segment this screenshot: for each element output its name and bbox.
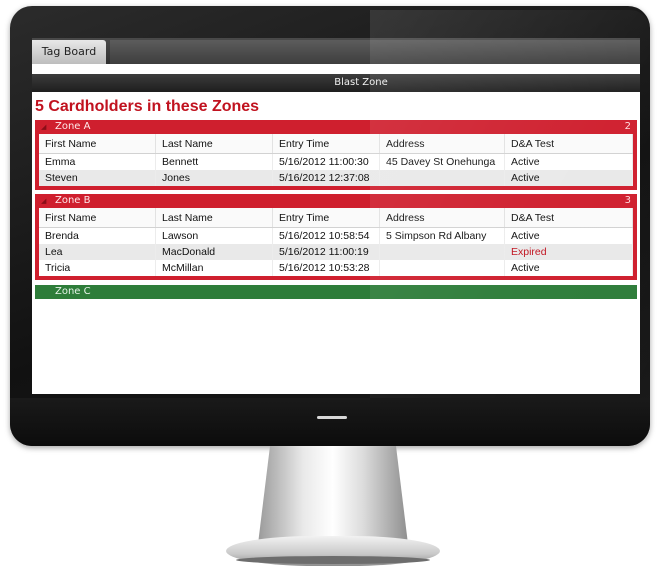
column-header-da-test[interactable]: D&A Test	[504, 208, 633, 228]
zone-a-table: First Name Last Name Entry Time Address …	[39, 134, 633, 186]
collapse-triangle-icon[interactable]: ◢	[41, 194, 46, 208]
cell-da-test: Active	[504, 170, 633, 186]
monitor-base-edge	[236, 556, 430, 564]
tab-tag-board[interactable]: Tag Board	[32, 40, 106, 64]
cell-entry-time: 5/16/2012 11:00:30	[272, 153, 380, 170]
zone-b-name: Zone B	[55, 195, 91, 206]
zone-b-header[interactable]: ◢ Zone B 3	[39, 194, 633, 208]
zone-b-panel: ◢ Zone B 3 First Name Last Name Entry Ti…	[35, 194, 637, 280]
column-header-address[interactable]: Address	[379, 208, 505, 228]
zone-a-count: 2	[624, 121, 631, 132]
cell-first-name: Lea	[39, 244, 156, 260]
zone-a-name: Zone A	[55, 121, 91, 132]
monitor-stand	[258, 446, 408, 544]
cell-last-name: Jones	[155, 170, 273, 186]
column-header-entry-time[interactable]: Entry Time	[272, 134, 380, 154]
header-bar: Blast Zone	[32, 74, 640, 92]
cell-address	[379, 244, 505, 260]
table-row[interactable]: Brenda Lawson 5/16/2012 10:58:54 5 Simps…	[39, 227, 633, 244]
power-indicator	[317, 416, 347, 419]
tab-bar-fill	[110, 40, 640, 64]
zone-c-header[interactable]: Zone C	[35, 285, 637, 299]
cell-entry-time: 5/16/2012 11:00:19	[272, 244, 380, 260]
column-header-da-test[interactable]: D&A Test	[504, 134, 633, 154]
cell-first-name: Emma	[39, 153, 156, 170]
column-header-first-name[interactable]: First Name	[39, 208, 156, 228]
cell-first-name: Brenda	[39, 227, 156, 244]
cell-last-name: Lawson	[155, 227, 273, 244]
table-row[interactable]: Lea MacDonald 5/16/2012 11:00:19 Expired	[39, 244, 633, 260]
zone-c-name: Zone C	[55, 286, 91, 297]
column-header-entry-time[interactable]: Entry Time	[272, 208, 380, 228]
zone-b-table: First Name Last Name Entry Time Address …	[39, 208, 633, 276]
screen: Tag Board Blast Zone 5 Cardholders in th…	[32, 38, 640, 394]
column-header-last-name[interactable]: Last Name	[155, 208, 273, 228]
tab-bar: Tag Board	[32, 38, 640, 64]
zone-b-count: 3	[624, 195, 631, 206]
cell-da-test-expired: Expired	[504, 244, 633, 260]
monitor-chin	[10, 398, 650, 446]
column-header-first-name[interactable]: First Name	[39, 134, 156, 154]
page-title: 5 Cardholders in these Zones	[35, 98, 260, 115]
column-header-last-name[interactable]: Last Name	[155, 134, 273, 154]
cell-address: 45 Davey St Onehunga	[379, 153, 505, 170]
table-row[interactable]: Emma Bennett 5/16/2012 11:00:30 45 Davey…	[39, 153, 633, 170]
cell-entry-time: 5/16/2012 12:37:08	[272, 170, 380, 186]
cell-last-name: MacDonald	[155, 244, 273, 260]
cell-first-name: Tricia	[39, 260, 156, 276]
cell-address	[379, 260, 505, 276]
cell-address	[379, 170, 505, 186]
table-row[interactable]: Tricia McMillan 5/16/2012 10:53:28 Activ…	[39, 260, 633, 276]
cell-entry-time: 5/16/2012 10:58:54	[272, 227, 380, 244]
zone-a-header[interactable]: ◢ Zone A 2	[39, 120, 633, 134]
cell-da-test: Active	[504, 227, 633, 244]
table-header-row: First Name Last Name Entry Time Address …	[39, 208, 633, 228]
column-header-address[interactable]: Address	[379, 134, 505, 154]
cell-last-name: McMillan	[155, 260, 273, 276]
zone-a-panel: ◢ Zone A 2 First Name Last Name Entry Ti…	[35, 120, 637, 190]
cell-first-name: Steven	[39, 170, 156, 186]
table-row[interactable]: Steven Jones 5/16/2012 12:37:08 Active	[39, 170, 633, 186]
cell-entry-time: 5/16/2012 10:53:28	[272, 260, 380, 276]
cell-da-test: Active	[504, 153, 633, 170]
cell-last-name: Bennett	[155, 153, 273, 170]
table-header-row: First Name Last Name Entry Time Address …	[39, 134, 633, 154]
collapse-triangle-icon[interactable]: ◢	[41, 120, 46, 134]
cell-da-test: Active	[504, 260, 633, 276]
cell-address: 5 Simpson Rd Albany	[379, 227, 505, 244]
